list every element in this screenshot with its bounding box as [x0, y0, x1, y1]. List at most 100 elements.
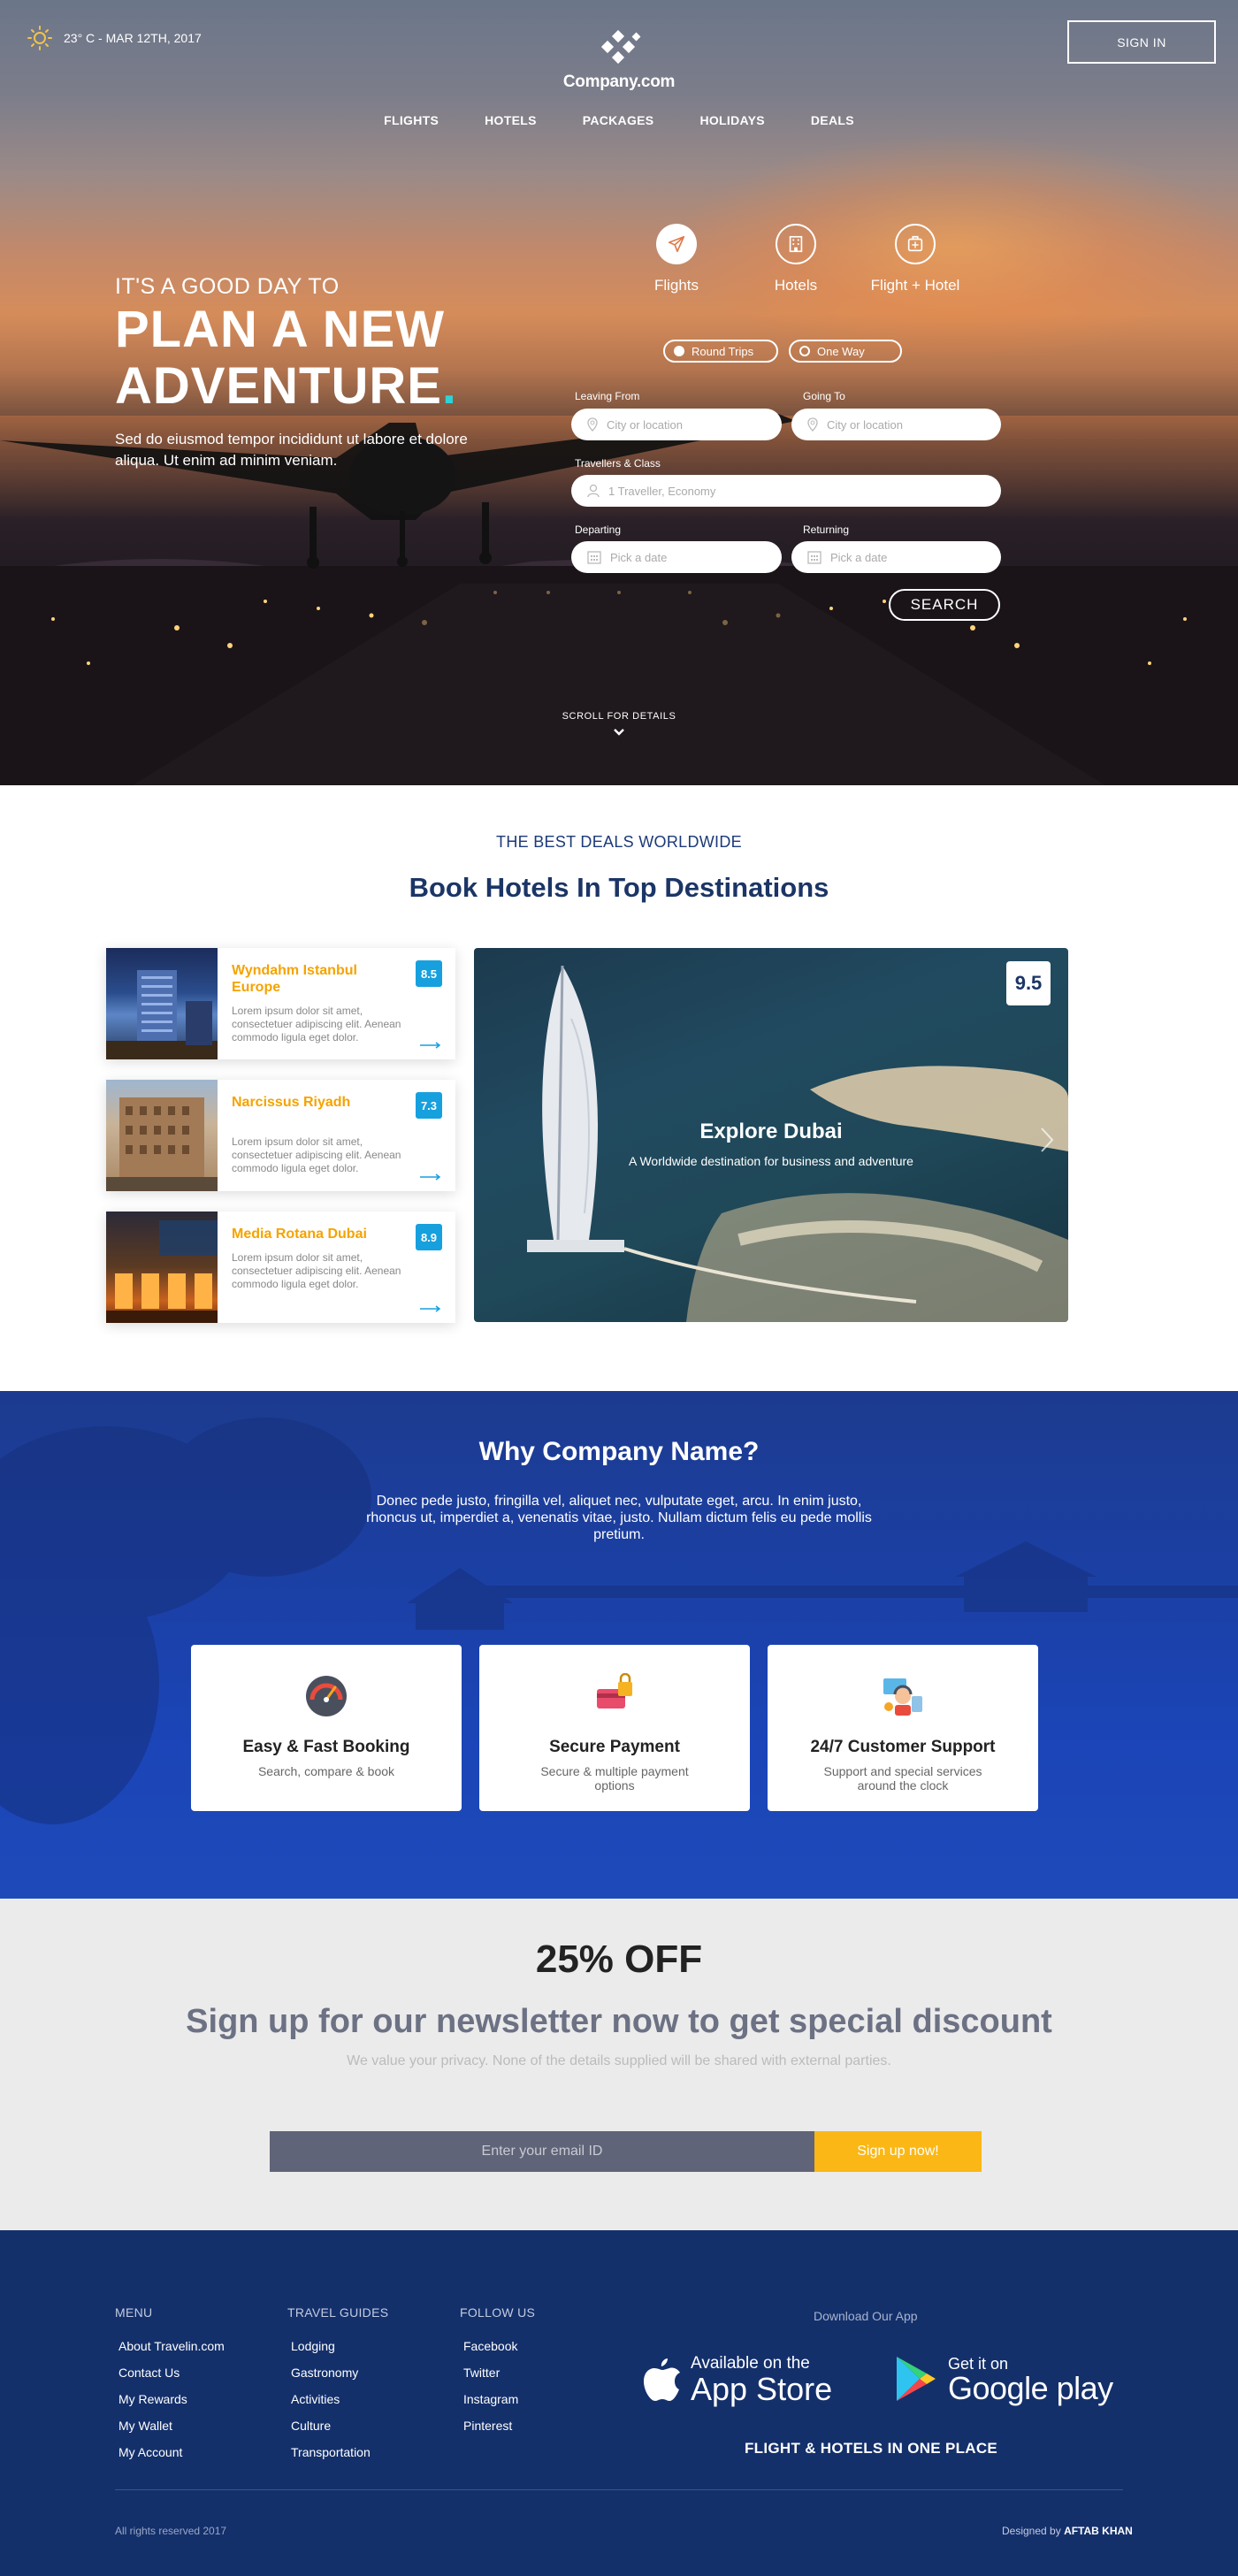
hotel-icon	[776, 224, 816, 264]
round-trip-radio[interactable]: Round Trips	[663, 340, 778, 363]
app-store-big: App Store	[691, 2371, 833, 2407]
company-logo-icon	[600, 30, 641, 65]
feature-title: Secure Payment	[549, 1738, 680, 1756]
google-play-badge[interactable]: Get it on Google play	[893, 2354, 1113, 2404]
hotel-info: Media Rotana Dubai Lorem ipsum dolor sit…	[218, 1212, 455, 1323]
arrow-right-icon[interactable]	[420, 1305, 441, 1312]
radio-selected	[674, 346, 684, 356]
footer-tagline: FLIGHT & HOTELS IN ONE PLACE	[745, 2440, 998, 2457]
returning-date-input[interactable]: Pick a date	[791, 541, 1001, 573]
person-icon	[587, 484, 600, 498]
app-store-badge[interactable]: Available on the App Store	[641, 2354, 832, 2405]
footer-link[interactable]: My Rewards	[118, 2392, 225, 2406]
hotel-info: Narcissus Riyadh Lorem ipsum dolor sit a…	[218, 1080, 455, 1191]
hotel-score-badge: 8.9	[416, 1224, 442, 1250]
designer-name: AFTAB KHAN	[1064, 2525, 1133, 2537]
one-way-radio[interactable]: One Way	[789, 340, 902, 363]
tab-flights[interactable]: Flights	[619, 224, 734, 294]
footer-link[interactable]: Lodging	[291, 2339, 388, 2353]
nav-hotels[interactable]: HOTELS	[485, 113, 537, 127]
download-app-label: Download Our App	[814, 2309, 918, 2323]
deals-pretitle: THE BEST DEALS WORLDWIDE	[496, 833, 742, 851]
leaving-from-input[interactable]: City or location	[571, 409, 782, 440]
credit-card-lock-icon	[597, 1672, 632, 1708]
hotel-card[interactable]: Media Rotana Dubai Lorem ipsum dolor sit…	[106, 1212, 455, 1323]
hotel-card[interactable]: Wyndahm Istanbul Europe Lorem ipsum dolo…	[106, 948, 455, 1059]
why-description: Donec pede justo, fringilla vel, aliquet…	[366, 1494, 872, 1542]
footer-link[interactable]: About Travelin.com	[118, 2339, 225, 2353]
footer-link[interactable]: Culture	[291, 2419, 388, 2433]
scroll-label: SCROLL FOR DETAILS	[562, 711, 676, 722]
hero-section: 23° C - MAR 12TH, 2017 Company.com SIGN …	[0, 0, 1238, 785]
speedometer-icon	[306, 1676, 347, 1716]
privacy-note: We value your privacy. None of the detai…	[347, 2053, 891, 2068]
tab-hotels[interactable]: Hotels	[738, 224, 853, 294]
search-button[interactable]: SEARCH	[889, 589, 1000, 621]
feature-card-payment: Secure Payment Secure & multiple payment…	[479, 1645, 750, 1811]
hotel-card[interactable]: Narcissus Riyadh Lorem ipsum dolor sit a…	[106, 1080, 455, 1191]
featured-destination-card[interactable]: Explore Dubai A Worldwide destination fo…	[474, 948, 1068, 1322]
feature-title: Easy & Fast Booking	[242, 1738, 410, 1756]
going-placeholder: City or location	[827, 417, 903, 432]
arrow-right-icon[interactable]	[420, 1173, 441, 1181]
email-input[interactable]: Enter your email ID	[270, 2131, 814, 2172]
hotel-name: Wyndahm Istanbul Europe	[232, 963, 357, 995]
support-agent-icon	[883, 1678, 922, 1716]
designer-credit: Designed by AFTAB KHAN	[1002, 2525, 1133, 2537]
nav-packages[interactable]: PACKAGES	[583, 113, 654, 127]
google-play-text: Get it on Google play	[948, 2355, 1113, 2404]
signup-button[interactable]: Sign up now!	[814, 2131, 982, 2172]
footer-link[interactable]: My Account	[118, 2445, 225, 2459]
weather-widget: 23° C - MAR 12TH, 2017	[27, 25, 202, 51]
footer-link[interactable]: Facebook	[463, 2339, 535, 2353]
footer-link[interactable]: Instagram	[463, 2392, 535, 2406]
feature-text: Support and special services around the …	[823, 1764, 982, 1792]
hero-title-line2: ADVENTURE.	[115, 360, 469, 413]
footer-divider	[115, 2489, 1123, 2490]
nav-deals[interactable]: DEALS	[811, 113, 854, 127]
sign-in-button[interactable]: SIGN IN	[1067, 20, 1216, 64]
going-to-input[interactable]: City or location	[791, 409, 1001, 440]
tab-flight-hotel[interactable]: Flight + Hotel	[858, 224, 973, 294]
departing-date-input[interactable]: Pick a date	[571, 541, 782, 573]
footer-follow-column: FOLLOW US Facebook Twitter Instagram Pin…	[460, 2305, 535, 2445]
google-play-big: Google play	[948, 2369, 1113, 2406]
copyright: All rights reserved 2017	[115, 2525, 227, 2537]
hotel-score-badge: 8.5	[416, 960, 442, 987]
nav-flights[interactable]: FLIGHTS	[384, 113, 439, 127]
footer-link[interactable]: Gastronomy	[291, 2366, 388, 2380]
one-way-label: One Way	[817, 344, 865, 358]
featured-title: Explore Dubai	[699, 1120, 843, 1143]
footer-link[interactable]: My Wallet	[118, 2419, 225, 2433]
brand-logo[interactable]: Company.com	[548, 30, 690, 92]
footer-link[interactable]: Twitter	[463, 2366, 535, 2380]
tab-flights-label: Flights	[653, 277, 699, 294]
footer-guides-column: TRAVEL GUIDES Lodging Gastronomy Activit…	[287, 2305, 388, 2472]
nav-holidays[interactable]: HOLIDAYS	[699, 113, 764, 127]
chevron-right-icon[interactable]	[1036, 1125, 1058, 1155]
footer-link[interactable]: Activities	[291, 2392, 388, 2406]
feature-text: Secure & multiple payment options	[540, 1764, 689, 1792]
footer-link[interactable]: Transportation	[291, 2445, 388, 2459]
hotel-image	[106, 1212, 218, 1323]
footer-menu-column: MENU About Travelin.com Contact Us My Re…	[115, 2305, 225, 2472]
discount-headline: 25% OFF	[535, 1938, 703, 1981]
footer-link[interactable]: Contact Us	[118, 2366, 225, 2380]
hotel-description: Lorem ipsum dolor sit amet, consectetuer…	[232, 1135, 401, 1174]
location-pin-icon	[807, 417, 818, 432]
scroll-for-details[interactable]: SCROLL FOR DETAILS	[531, 711, 707, 740]
hero-subtitle: Sed do eiusmod tempor incididunt ut labo…	[115, 431, 468, 469]
hotel-description: Lorem ipsum dolor sit amet, consectetuer…	[232, 1005, 401, 1043]
newsletter-heading: Sign up for our newsletter now to get sp…	[186, 2003, 1052, 2040]
newsletter-section: 25% OFF Sign up for our newsletter now t…	[0, 1899, 1238, 2230]
arrow-right-icon[interactable]	[420, 1042, 441, 1049]
feature-text: Search, compare & book	[257, 1764, 395, 1778]
feature-card-support: 24/7 Customer Support Support and specia…	[768, 1645, 1038, 1811]
feature-title: 24/7 Customer Support	[810, 1738, 996, 1756]
footer-link[interactable]: Pinterest	[463, 2419, 535, 2433]
returning-placeholder: Pick a date	[830, 550, 888, 564]
travellers-class-input[interactable]: 1 Traveller, Economy	[571, 475, 1001, 507]
hero-headline: IT'S A GOOD DAY TO PLAN A NEW ADVENTURE.…	[115, 274, 469, 471]
footer-heading: TRAVEL GUIDES	[287, 2305, 389, 2320]
calendar-icon	[587, 551, 601, 564]
